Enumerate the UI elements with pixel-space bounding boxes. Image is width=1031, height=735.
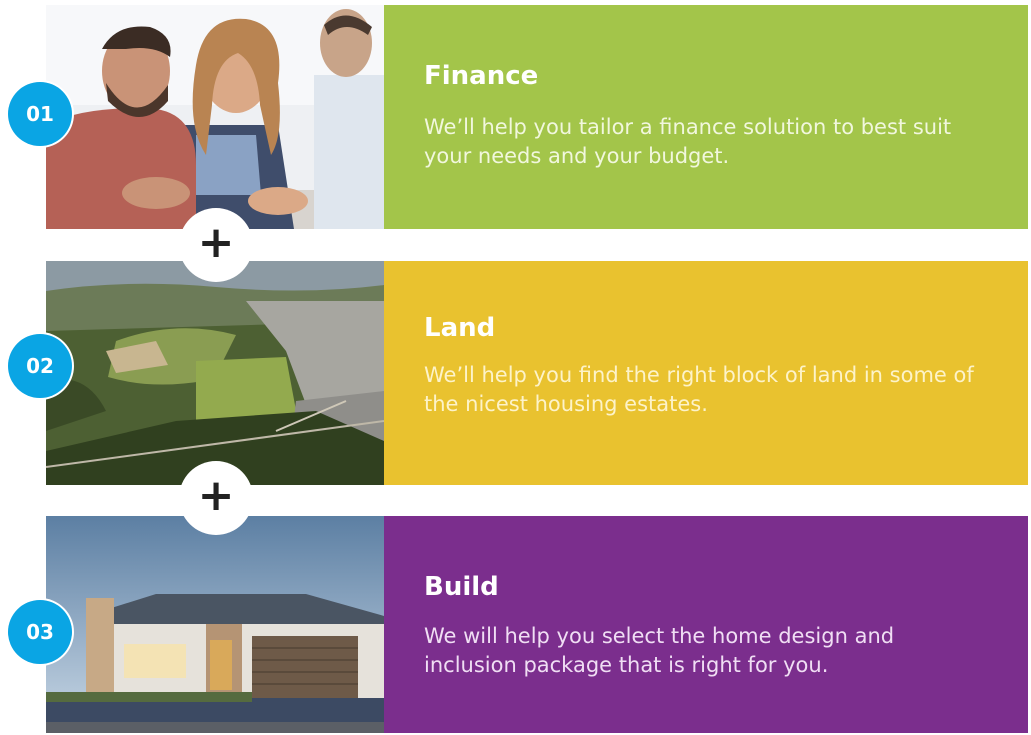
step-land: Land We’ll help you find the right block… bbox=[46, 261, 1028, 485]
plus-connector-icon: + bbox=[179, 208, 253, 282]
build-title: Build bbox=[424, 572, 499, 602]
step-number-badge-03: 03 bbox=[8, 600, 72, 664]
land-photo bbox=[46, 261, 384, 485]
step-number-badge-02: 02 bbox=[8, 334, 72, 398]
couple-with-advisor-image bbox=[46, 5, 384, 229]
land-description: We’ll help you find the right block of l… bbox=[424, 363, 974, 416]
land-title: Land bbox=[424, 313, 496, 343]
land-panel: Land We’ll help you find the right block… bbox=[384, 261, 1028, 485]
finance-panel: Finance We’ll help you tailor a finance … bbox=[384, 5, 1028, 229]
house-image bbox=[46, 516, 384, 733]
build-photo bbox=[46, 516, 384, 733]
finance-description: We’ll help you tailor a finance solution… bbox=[424, 115, 952, 168]
aerial-land-image bbox=[46, 261, 384, 485]
plus-connector-icon: + bbox=[179, 461, 253, 535]
build-description: We will help you select the home design … bbox=[424, 624, 895, 677]
finance-photo bbox=[46, 5, 384, 229]
step-build: Build We will help you select the home d… bbox=[46, 516, 1028, 733]
finance-title: Finance bbox=[424, 61, 539, 91]
step-finance: Finance We’ll help you tailor a finance … bbox=[46, 5, 1028, 229]
step-number-badge-01: 01 bbox=[8, 82, 72, 146]
build-panel: Build We will help you select the home d… bbox=[384, 516, 1028, 733]
